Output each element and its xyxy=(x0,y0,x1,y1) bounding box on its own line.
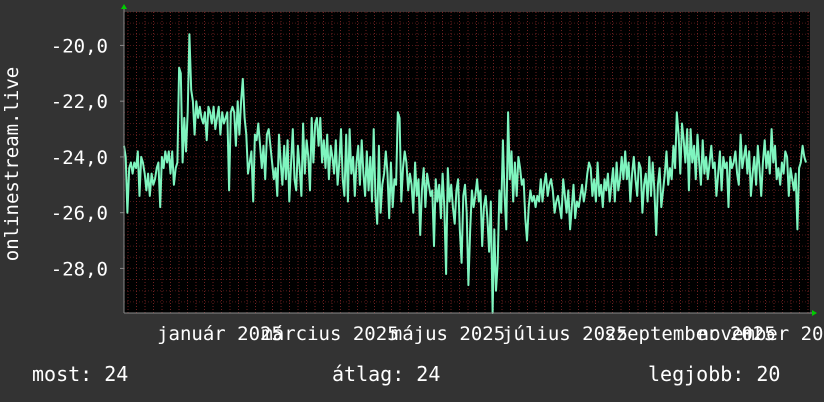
x-axis-arrow xyxy=(812,310,817,316)
x-axis-ticks: január 2025március 2025május 2025július … xyxy=(157,323,824,345)
y-tick-label: -22,0 xyxy=(51,91,108,113)
stat-average: átlag: 24 xyxy=(332,362,441,386)
y-tick-label: -26,0 xyxy=(51,203,108,225)
y-axis-title: onlinestream.live xyxy=(1,66,23,262)
y-axis-arrow xyxy=(121,4,127,9)
line-chart: -20,0 -22,0 -24,0 -26,0 -28,0 január 2025már… xyxy=(51,4,824,345)
y-tick-label: -28,0 xyxy=(51,258,108,280)
x-tick-label: november 2025 xyxy=(698,323,824,345)
y-tick-label: -24,0 xyxy=(51,147,108,169)
y-tick-label: -20,0 xyxy=(51,35,108,57)
stat-current: most: 24 xyxy=(32,362,129,386)
x-tick-label: március 2025 xyxy=(261,323,398,345)
x-tick-label: május 2025 xyxy=(391,323,505,345)
stat-best: legjobb: 20 xyxy=(648,362,781,386)
y-axis-ticks: -20,0 -22,0 -24,0 -26,0 -28,0 xyxy=(51,35,124,280)
